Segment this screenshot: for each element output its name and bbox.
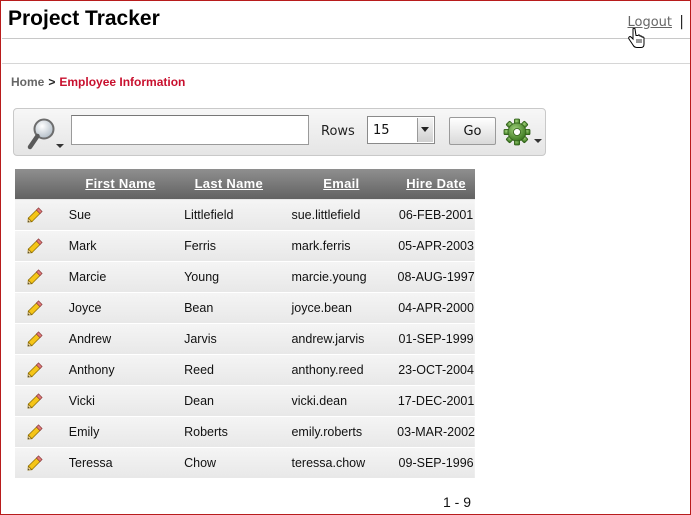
table-row: Sue Littlefield sue.littlefield 06-FEB-2001 xyxy=(15,199,475,231)
breadcrumb: Home > Employee Information xyxy=(11,75,185,89)
search-region: Rows 15 Go xyxy=(13,108,546,156)
cell-first-name: Vicki xyxy=(54,385,173,417)
table-row: Marcie Young marcie.young 08-AUG-1997 xyxy=(15,261,475,293)
subheader-divider xyxy=(2,63,690,64)
pagination-range: 1 - 9 xyxy=(443,494,472,510)
cell-last-name: Reed xyxy=(172,354,286,386)
employee-report-table: First Name Last Name Email Hire Date Sue… xyxy=(15,169,475,479)
cell-first-name: Joyce xyxy=(54,292,173,324)
edit-pencil-icon[interactable] xyxy=(25,360,45,380)
edit-cell[interactable] xyxy=(15,261,55,293)
rows-select[interactable]: 15 xyxy=(367,116,435,144)
cell-last-name: Dean xyxy=(172,385,286,417)
cell-last-name: Roberts xyxy=(172,416,286,448)
cell-hire-date: 08-AUG-1997 xyxy=(397,261,475,293)
cell-last-name: Young xyxy=(172,261,286,293)
table-row: Joyce Bean joyce.bean 04-APR-2000 xyxy=(15,292,475,324)
edit-pencil-icon[interactable] xyxy=(25,236,45,256)
breadcrumb-current: Employee Information xyxy=(59,75,186,89)
app-header: Project Tracker Logout | xyxy=(2,2,690,39)
rows-select-value: 15 xyxy=(373,123,390,138)
cell-email: mark.ferris xyxy=(285,230,398,262)
edit-cell[interactable] xyxy=(15,292,55,324)
edit-pencil-icon[interactable] xyxy=(25,205,45,225)
edit-cell[interactable] xyxy=(15,199,55,231)
edit-cell[interactable] xyxy=(15,385,55,417)
table-row: Emily Roberts emily.roberts 03-MAR-2002 xyxy=(15,416,475,448)
chevron-down-icon[interactable] xyxy=(417,118,433,142)
cell-email: emily.roberts xyxy=(285,416,398,448)
column-header-first-name[interactable]: First Name xyxy=(54,169,173,200)
cell-hire-date: 23-OCT-2004 xyxy=(397,354,475,386)
cell-email: anthony.reed xyxy=(285,354,398,386)
search-icon[interactable] xyxy=(26,117,70,153)
column-header-hire-date[interactable]: Hire Date xyxy=(397,169,475,200)
header-separator: | xyxy=(679,14,684,30)
edit-pencil-icon[interactable] xyxy=(25,298,45,318)
edit-column-header xyxy=(15,169,55,200)
page-frame: Project Tracker Logout | Home > Employee I… xyxy=(0,0,691,515)
cell-last-name: Littlefield xyxy=(172,199,286,231)
edit-cell[interactable] xyxy=(15,230,55,262)
edit-cell[interactable] xyxy=(15,323,55,355)
cell-first-name: Teressa xyxy=(54,447,173,479)
cell-hire-date: 04-APR-2000 xyxy=(397,292,475,324)
cell-email: vicki.dean xyxy=(285,385,398,417)
edit-pencil-icon[interactable] xyxy=(25,391,45,411)
cell-first-name: Emily xyxy=(54,416,173,448)
edit-pencil-icon[interactable] xyxy=(25,422,45,442)
cell-hire-date: 06-FEB-2001 xyxy=(397,199,475,231)
edit-pencil-icon[interactable] xyxy=(25,267,45,287)
gear-icon[interactable] xyxy=(502,117,546,151)
cell-email: marcie.young xyxy=(285,261,398,293)
cell-hire-date: 17-DEC-2001 xyxy=(397,385,475,417)
edit-pencil-icon[interactable] xyxy=(25,453,45,473)
cell-email: joyce.bean xyxy=(285,292,398,324)
breadcrumb-separator: > xyxy=(48,75,56,89)
go-button[interactable]: Go xyxy=(449,117,496,145)
cell-email: teressa.chow xyxy=(285,447,398,479)
cell-email: sue.littlefield xyxy=(285,199,398,231)
cell-hire-date: 01-SEP-1999 xyxy=(397,323,475,355)
edit-cell[interactable] xyxy=(15,416,55,448)
cell-last-name: Jarvis xyxy=(172,323,286,355)
breadcrumb-home[interactable]: Home xyxy=(11,75,44,89)
table-row: Andrew Jarvis andrew.jarvis 01-SEP-1999 xyxy=(15,323,475,355)
cell-last-name: Chow xyxy=(172,447,286,479)
column-header-email[interactable]: Email xyxy=(285,169,398,200)
cell-hire-date: 09-SEP-1996 xyxy=(397,447,475,479)
cell-last-name: Bean xyxy=(172,292,286,324)
table-row: Anthony Reed anthony.reed 23-OCT-2004 xyxy=(15,354,475,386)
cell-first-name: Marcie xyxy=(54,261,173,293)
cell-hire-date: 05-APR-2003 xyxy=(397,230,475,262)
cell-first-name: Anthony xyxy=(54,354,173,386)
cell-email: andrew.jarvis xyxy=(285,323,398,355)
cell-first-name: Andrew xyxy=(54,323,173,355)
table-header-row: First Name Last Name Email Hire Date xyxy=(15,169,475,200)
edit-cell[interactable] xyxy=(15,447,55,479)
edit-cell[interactable] xyxy=(15,354,55,386)
edit-pencil-icon[interactable] xyxy=(25,329,45,349)
table-row: Mark Ferris mark.ferris 05-APR-2003 xyxy=(15,230,475,262)
cell-last-name: Ferris xyxy=(172,230,286,262)
hand-cursor-icon xyxy=(628,28,645,48)
app-title: Project Tracker xyxy=(8,7,160,30)
cell-first-name: Sue xyxy=(54,199,173,231)
cell-first-name: Mark xyxy=(54,230,173,262)
cell-hire-date: 03-MAR-2002 xyxy=(397,416,475,448)
table-row: Teressa Chow teressa.chow 09-SEP-1996 xyxy=(15,447,475,479)
column-header-last-name[interactable]: Last Name xyxy=(172,169,286,200)
rows-label: Rows xyxy=(321,124,355,139)
search-input[interactable] xyxy=(71,115,309,145)
table-row: Vicki Dean vicki.dean 17-DEC-2001 xyxy=(15,385,475,417)
